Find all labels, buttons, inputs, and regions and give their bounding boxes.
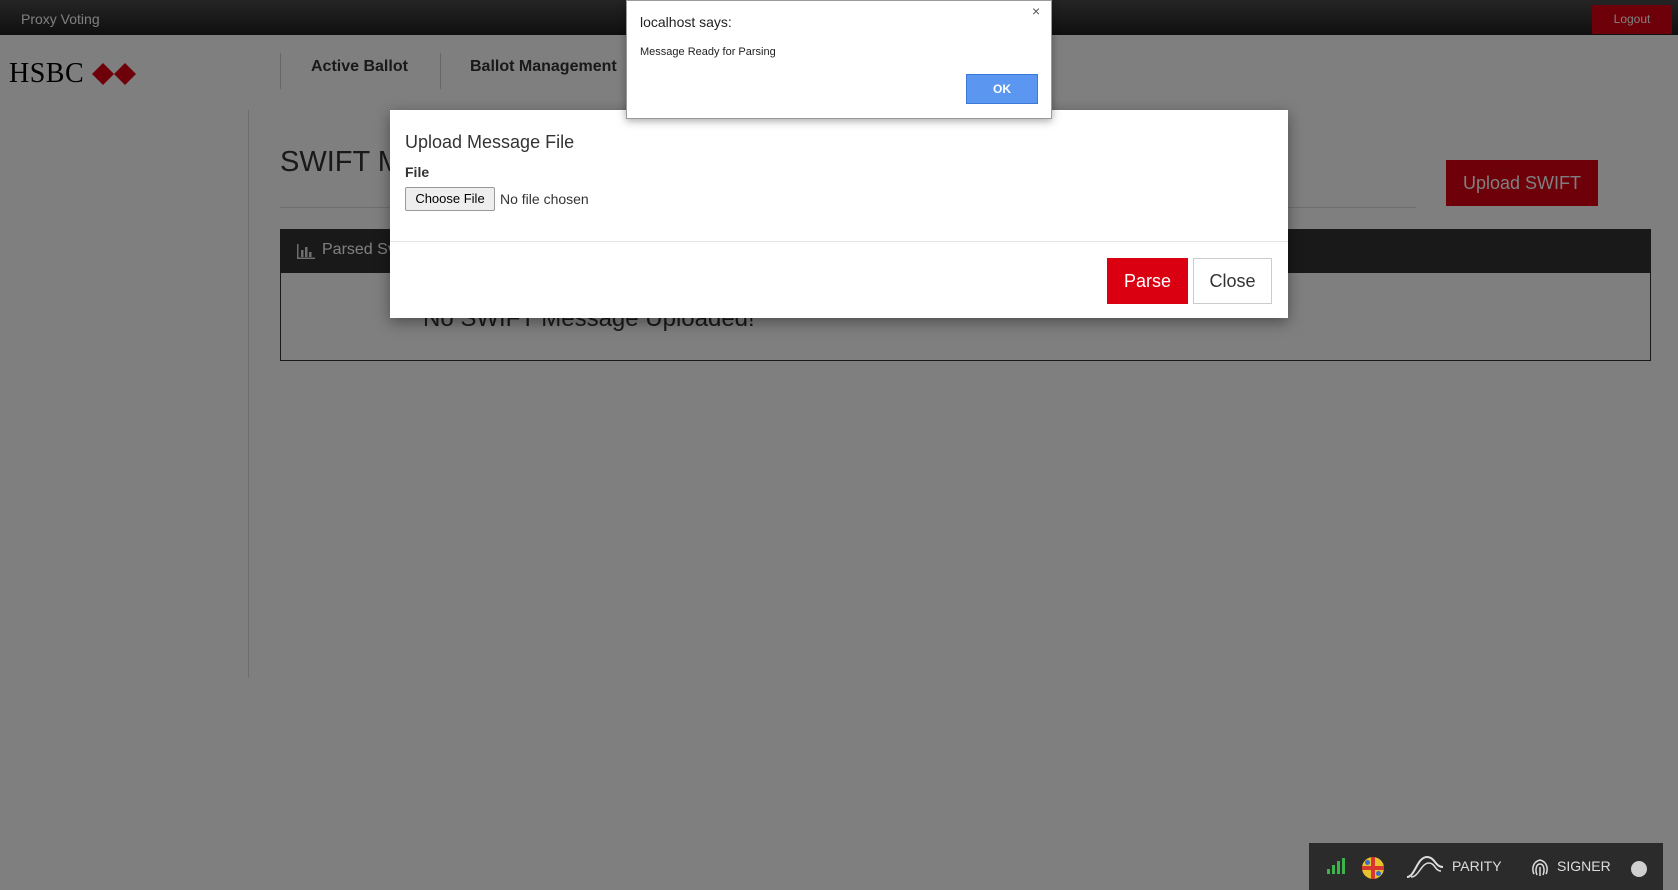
- parse-button[interactable]: Parse: [1107, 258, 1188, 304]
- fingerprint-icon[interactable]: [1530, 856, 1550, 878]
- close-button[interactable]: Close: [1193, 258, 1272, 304]
- signer-label[interactable]: SIGNER: [1557, 858, 1611, 874]
- upload-modal: Upload Message File File Choose File No …: [390, 110, 1288, 318]
- extension-bar: PARITY SIGNER: [1309, 843, 1663, 890]
- parity-wave-icon[interactable]: [1405, 855, 1445, 879]
- signal-icon[interactable]: [1327, 858, 1345, 874]
- close-icon[interactable]: ×: [1032, 3, 1040, 19]
- ok-button[interactable]: OK: [966, 74, 1038, 104]
- browser-alert: localhost says: × Message Ready for Pars…: [626, 0, 1052, 119]
- alert-title: localhost says:: [640, 14, 732, 30]
- choose-file-button[interactable]: Choose File: [405, 187, 495, 211]
- modal-title: Upload Message File: [405, 132, 575, 152]
- file-status: No file chosen: [500, 191, 589, 207]
- metamask-icon[interactable]: [1361, 856, 1385, 880]
- alert-message: Message Ready for Parsing: [640, 46, 776, 58]
- file-label: File: [405, 164, 430, 180]
- status-dot-icon[interactable]: [1631, 861, 1647, 877]
- parity-label[interactable]: PARITY: [1452, 858, 1502, 874]
- modal-divider: [390, 241, 1288, 242]
